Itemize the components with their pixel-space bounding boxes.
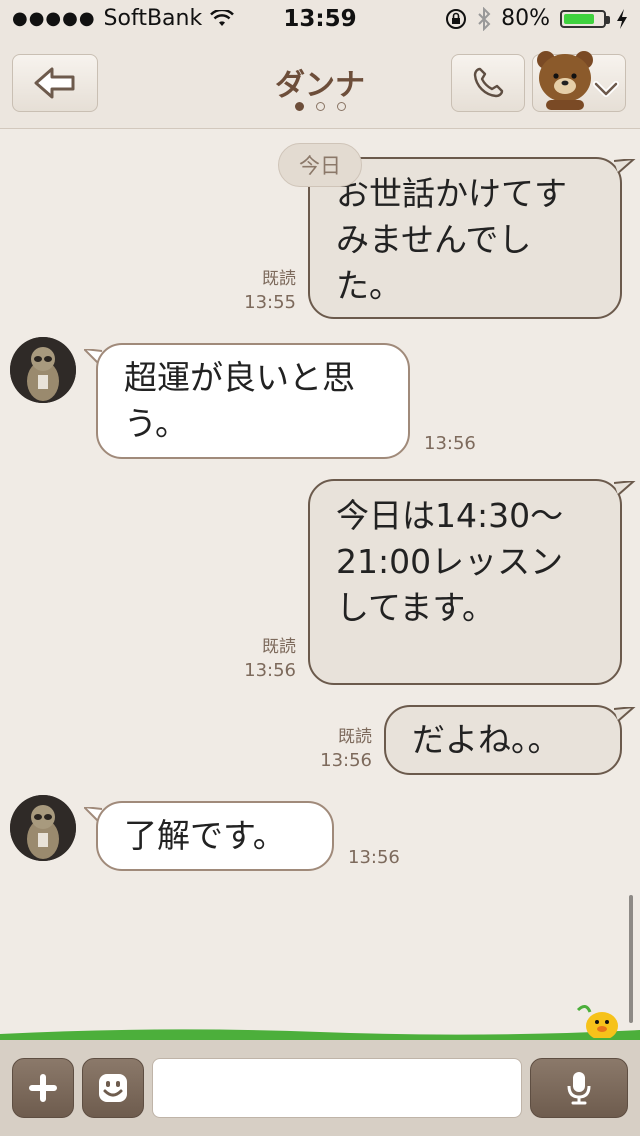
message-bubble-outgoing[interactable]: 今日は14:30〜21:00レッスンしてます。: [308, 479, 622, 685]
battery-percent: 80%: [501, 6, 550, 31]
message-meta: 既読 13:55: [236, 267, 296, 315]
message-bubble-incoming[interactable]: 超運が良いと思う。: [96, 343, 410, 459]
message-input[interactable]: [152, 1058, 522, 1118]
message-bubble-outgoing[interactable]: だよね。。: [384, 705, 622, 775]
voice-button[interactable]: [530, 1058, 628, 1118]
microphone-icon: [567, 1072, 591, 1105]
plus-icon: [29, 1074, 57, 1102]
date-separator: 今日: [278, 143, 362, 187]
rotation-lock-icon: [446, 8, 467, 29]
message-time: 13:56: [244, 660, 296, 681]
status-bar: ●●●●● SoftBank 13:59 80%: [0, 0, 640, 40]
read-receipt: 既読: [262, 269, 296, 289]
message-time: 13:56: [424, 433, 476, 454]
battery-level: [564, 13, 595, 24]
bubble-tail: [614, 707, 636, 722]
chick-sticker-icon: [576, 1005, 618, 1038]
avatar[interactable]: [10, 337, 76, 403]
read-receipt: 既読: [338, 727, 372, 747]
message-meta: 既読 13:56: [312, 725, 372, 773]
avatar[interactable]: [10, 795, 76, 861]
phone-icon: [473, 67, 504, 98]
charging-icon: [617, 8, 627, 29]
bluetooth-icon: [478, 6, 491, 31]
status-right: 80%: [445, 6, 628, 31]
add-button[interactable]: [12, 1058, 74, 1118]
message-list[interactable]: 今日 既読 13:55 お世話かけてすみませんでした。 超運が良いと思う。 13…: [0, 129, 640, 1029]
raccoon-avatar-icon: [10, 795, 76, 861]
page-dot: [315, 102, 325, 111]
page-dot: [294, 102, 304, 111]
battery-icon: [560, 9, 610, 28]
read-receipt: 既読: [262, 637, 296, 657]
message-bubble-incoming[interactable]: 了解です。: [96, 801, 334, 871]
sticker-button[interactable]: [82, 1058, 144, 1118]
message-time: 13:56: [320, 750, 372, 771]
page-dot: [336, 102, 346, 111]
message-time: 13:56: [348, 847, 400, 868]
call-button[interactable]: [451, 54, 525, 112]
input-bar: [0, 1040, 640, 1136]
bear-sticker-icon[interactable]: [534, 46, 596, 112]
bubble-tail: [614, 481, 636, 496]
emoji-icon: [99, 1074, 127, 1102]
message-time: 13:55: [244, 292, 296, 313]
raccoon-avatar-icon: [10, 337, 76, 403]
message-bubble-outgoing[interactable]: お世話かけてすみませんでした。: [308, 157, 622, 319]
bubble-tail: [614, 159, 636, 174]
chevron-down-icon[interactable]: [592, 78, 620, 100]
message-meta: 既読 13:56: [236, 635, 296, 683]
